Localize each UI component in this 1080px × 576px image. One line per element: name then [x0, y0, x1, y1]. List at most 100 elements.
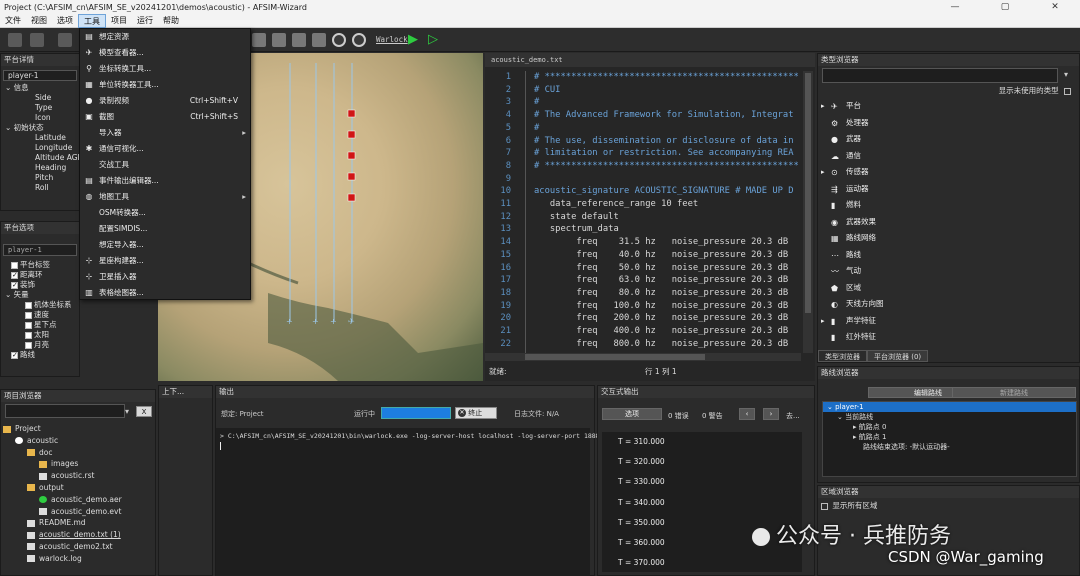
- option-row[interactable]: ⌄ 矢量: [5, 290, 79, 300]
- tools-menu-item[interactable]: ✱ 通信可视化...: [80, 141, 250, 157]
- type-item[interactable]: ⬟ 区域: [818, 280, 1078, 297]
- option-checkbox[interactable]: [25, 341, 32, 349]
- expand-icon[interactable]: ⌄: [5, 123, 14, 132]
- expand-arrow-icon[interactable]: ▸: [821, 98, 825, 115]
- waypoint-icon[interactable]: +: [286, 317, 293, 326]
- type-item[interactable]: ⋯ 路线: [818, 247, 1078, 264]
- tools-menu-item[interactable]: ⚲ 坐标转换工具...: [80, 61, 250, 77]
- option-checkbox[interactable]: [25, 311, 32, 319]
- option-row[interactable]: 太阳: [11, 330, 79, 340]
- show-all-zones-checkbox[interactable]: [821, 502, 828, 510]
- show-unused-checkbox[interactable]: [1064, 87, 1071, 95]
- menu-5[interactable]: 运行: [132, 14, 158, 28]
- type-item[interactable]: ☁ 通信: [818, 148, 1078, 165]
- option-row[interactable]: 月亮: [11, 340, 79, 350]
- expand-icon[interactable]: ⌄: [5, 290, 14, 299]
- tools-menu-item[interactable]: OSM转换器...: [80, 205, 250, 221]
- type-item[interactable]: ▮ 红外特征: [818, 329, 1078, 346]
- route-node[interactable]: ⌄ 当前路线: [823, 412, 1076, 422]
- view-icon[interactable]: [312, 33, 326, 47]
- tools-menu-item[interactable]: ⊹ 卫星插入器: [80, 269, 250, 285]
- interactive-log[interactable]: T = 310.000 T = 320.000 T = 330.000 T = 340…: [602, 432, 802, 572]
- expand-icon[interactable]: ⌄: [5, 83, 14, 92]
- type-filter-input[interactable]: [822, 68, 1058, 83]
- project-tree-item[interactable]: doc: [1, 447, 151, 459]
- route-node[interactable]: ⌄ player-1: [823, 402, 1076, 412]
- type-item[interactable]: ⚙ 处理器: [818, 115, 1078, 132]
- stop-button[interactable]: ✕ 终止: [455, 407, 497, 419]
- browser-tab[interactable]: 类型浏览器: [818, 350, 867, 362]
- expand-icon[interactable]: ⌄: [827, 403, 835, 411]
- clear-filter-button[interactable]: X: [136, 406, 152, 417]
- editor-tab[interactable]: acoustic_demo.txt: [485, 53, 815, 67]
- tools-menu-item[interactable]: 导入器 ▸: [80, 125, 250, 141]
- run-icon[interactable]: ▶: [408, 32, 418, 47]
- type-item[interactable]: ⇶ 运动器: [818, 181, 1078, 198]
- waypoint-icon[interactable]: +: [312, 317, 319, 326]
- tools-menu-item[interactable]: 想定导入器...: [80, 237, 250, 253]
- platform-marker[interactable]: [347, 151, 356, 160]
- tools-menu-item[interactable]: ◍ 地图工具 ▸: [80, 189, 250, 205]
- menu-1[interactable]: 视图: [26, 14, 52, 28]
- globe-icon[interactable]: [332, 33, 346, 47]
- tools-menu-item[interactable]: ▤ 想定资源: [80, 29, 250, 45]
- project-tree-item[interactable]: acoustic_demo2.txt: [1, 541, 151, 553]
- minimize-icon[interactable]: —: [930, 2, 980, 12]
- menu-4[interactable]: 项目: [106, 14, 132, 28]
- option-row[interactable]: 平台标签: [11, 260, 79, 270]
- tools-menu-item[interactable]: 配置SIMDIS...: [80, 221, 250, 237]
- close-icon[interactable]: ✕: [1030, 2, 1080, 12]
- view-icon[interactable]: [292, 33, 306, 47]
- options-button[interactable]: 选项: [602, 408, 662, 420]
- type-item[interactable]: 〰气动: [818, 263, 1078, 280]
- expand-arrow-icon[interactable]: ▸: [821, 313, 825, 330]
- horizontal-scrollbar[interactable]: [485, 353, 801, 361]
- tools-menu-item[interactable]: ▦ 单位转换器工具...: [80, 77, 250, 93]
- route-tree[interactable]: ⌄ player-1 ⌄ 当前路线 ▸ 航路点 0 ▸ 航路点 1 路线结束选项: -默…: [822, 401, 1077, 477]
- option-checkbox[interactable]: [25, 321, 32, 329]
- menu-0[interactable]: 文件: [0, 14, 26, 28]
- vertical-scrollbar[interactable]: [803, 71, 813, 353]
- code-area[interactable]: 1 # *************************************…: [485, 71, 801, 353]
- project-tree-item[interactable]: warlock.log: [1, 553, 151, 565]
- type-item[interactable]: ▸ ⊙ 传感器: [818, 164, 1078, 181]
- run-outline-icon[interactable]: ▷: [428, 32, 438, 47]
- project-tree-item[interactable]: acoustic_demo.txt (1): [1, 529, 151, 541]
- player-select[interactable]: player-1: [3, 70, 77, 81]
- option-checkbox[interactable]: [25, 301, 32, 309]
- platform-marker[interactable]: [347, 172, 356, 181]
- type-item[interactable]: ▸ ✈ 平台: [818, 98, 1078, 115]
- prev-button[interactable]: ‹: [739, 408, 755, 420]
- next-button[interactable]: ›: [763, 408, 779, 420]
- project-tree-item[interactable]: acoustic_demo.aer: [1, 494, 151, 506]
- route-node[interactable]: 路线结束选项: -默认运动器-: [823, 442, 1076, 452]
- type-item[interactable]: ▮光学特征: [818, 346, 1078, 349]
- waypoint-icon[interactable]: +: [330, 317, 337, 326]
- tools-menu-item[interactable]: ▣ 截图 Ctrl+Shift+S: [80, 109, 250, 125]
- cut-icon[interactable]: [58, 33, 72, 47]
- project-tree-item[interactable]: acoustic: [1, 435, 151, 447]
- view-icon[interactable]: [252, 33, 266, 47]
- platform-marker[interactable]: [347, 130, 356, 139]
- project-tree-item[interactable]: output: [1, 482, 151, 494]
- save-all-icon[interactable]: [30, 33, 44, 47]
- console-output[interactable]: > C:\AFSIM_cn\AFSIM_SE_v20241201\bin\war…: [216, 428, 615, 576]
- new-route-button[interactable]: 新建路线: [952, 387, 1076, 398]
- option-checkbox[interactable]: [11, 280, 18, 290]
- tools-menu-item[interactable]: 交战工具: [80, 157, 250, 173]
- goto-label[interactable]: 去...: [786, 411, 800, 421]
- tools-menu-item[interactable]: ⊹ 星座构建器...: [80, 253, 250, 269]
- option-row[interactable]: 路线: [11, 350, 79, 360]
- expand-icon[interactable]: ⌄: [837, 413, 845, 421]
- tools-menu-item[interactable]: ✈ 模型查看器...: [80, 45, 250, 61]
- project-tree-item[interactable]: acoustic.rst: [1, 470, 151, 482]
- project-tree-item[interactable]: images: [1, 458, 151, 470]
- platform-marker[interactable]: [347, 193, 356, 202]
- tools-menu-item[interactable]: ▤ 事件输出编辑器...: [80, 173, 250, 189]
- dropdown-arrow-icon[interactable]: ▾: [125, 407, 129, 416]
- option-checkbox[interactable]: [11, 350, 18, 360]
- view-icon[interactable]: [272, 33, 286, 47]
- route-node[interactable]: ▸ 航路点 1: [823, 432, 1076, 442]
- expand-arrow-icon[interactable]: ▸: [821, 164, 825, 181]
- save-icon[interactable]: [8, 33, 22, 47]
